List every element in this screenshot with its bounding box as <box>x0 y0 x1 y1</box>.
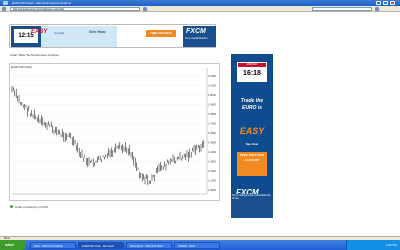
window-title: EUR/USD Chart - Microsoft Internet Explo… <box>12 1 72 5</box>
fxcm-tagline: Forex Capital Markets <box>185 38 208 40</box>
banner-easy-text: EASY <box>31 29 48 35</box>
tower-see-how[interactable]: See How <box>234 142 270 146</box>
y-axis-label: 1.4400 <box>208 150 216 154</box>
chart-footer: Chart provided by FXCM <box>10 205 90 209</box>
banner-cta-button[interactable]: FREE PRACTICE ACCOUNT <box>146 30 176 42</box>
tower-clock-face: 16:18 <box>243 70 261 77</box>
tower-cta-button[interactable]: FREE PRACTICE ACCOUNT <box>237 152 267 176</box>
chart-footer-text: Chart provided by FXCM <box>15 205 49 209</box>
task-word[interactable]: Document1 - Microsoft Word <box>126 241 172 249</box>
task-outlook[interactable]: Inbox - Microsoft Outlook <box>30 241 76 249</box>
search-icon[interactable] <box>375 7 379 11</box>
y-axis-label: 1.4300 <box>208 160 216 164</box>
fxcm-logo: FXCM <box>186 28 206 35</box>
banner-see-how[interactable]: See How <box>89 29 106 34</box>
browser-icon <box>3 1 8 5</box>
chart-toolbar[interactable]: Chart Table Technical News Analysis <box>10 53 220 58</box>
y-axis-label: 1.4200 <box>208 169 216 173</box>
minimize-button[interactable] <box>376 1 381 5</box>
y-axis-label: 1.4800 <box>208 112 216 116</box>
taskbar: start Inbox - Microsoft Outlook EUR/USD … <box>0 240 400 250</box>
task-paint[interactable]: Untitled - Paint <box>174 241 220 249</box>
system-tray: 3:42 PM <box>346 240 400 250</box>
task-browser[interactable]: EUR/USD Chart - Microsoft <box>78 241 124 249</box>
y-axis-label: 1.5000 <box>208 93 216 97</box>
tower-easy: EASY <box>239 126 265 136</box>
banner-easy-sub: to trade <box>54 31 65 35</box>
y-axis-label: 1.5100 <box>208 84 216 88</box>
search-input[interactable] <box>312 7 372 11</box>
y-axis-labels: 1.5200 1.5100 1.5000 1.4900 1.4800 1.4700 1.46… <box>208 74 216 192</box>
tray-clock: 3:42 PM <box>385 243 397 247</box>
risk-disclaimer: Forex trading involves substantial risk … <box>231 194 273 218</box>
y-axis-label: 1.4700 <box>208 122 216 126</box>
y-axis-label: 1.4900 <box>208 103 216 107</box>
y-axis-label: 1.4500 <box>208 141 216 145</box>
y-axis-label: 1.5200 <box>208 74 216 78</box>
address-field[interactable]: http://www.forexpros.com/charts/eur-usd-… <box>10 7 140 11</box>
back-icon[interactable] <box>2 7 6 11</box>
go-icon[interactable] <box>143 7 147 11</box>
price-chart[interactable]: 1.5200 1.5100 1.5000 1.4900 1.4800 1.4700 1.46… <box>10 64 221 202</box>
chart-grid <box>12 68 208 195</box>
start-button[interactable]: start <box>0 240 26 250</box>
banner-fxcm[interactable]: FXCM Forex Capital Markets <box>183 26 216 47</box>
y-axis-label: 1.4100 <box>208 179 216 183</box>
y-axis-label: 1.4000 <box>208 188 216 192</box>
tower-clock: MARKET 16:18 <box>237 62 267 82</box>
y-axis-label: 1.4600 <box>208 131 216 135</box>
top-banner-ad[interactable]: 12:15 EASY to trade See How FREE PRACTIC… <box>9 24 216 48</box>
provider-icon <box>10 205 13 208</box>
close-button[interactable] <box>390 1 395 5</box>
maximize-button[interactable] <box>383 1 388 5</box>
candles <box>11 85 205 186</box>
tower-headline: Trade the EURO is <box>240 98 264 111</box>
